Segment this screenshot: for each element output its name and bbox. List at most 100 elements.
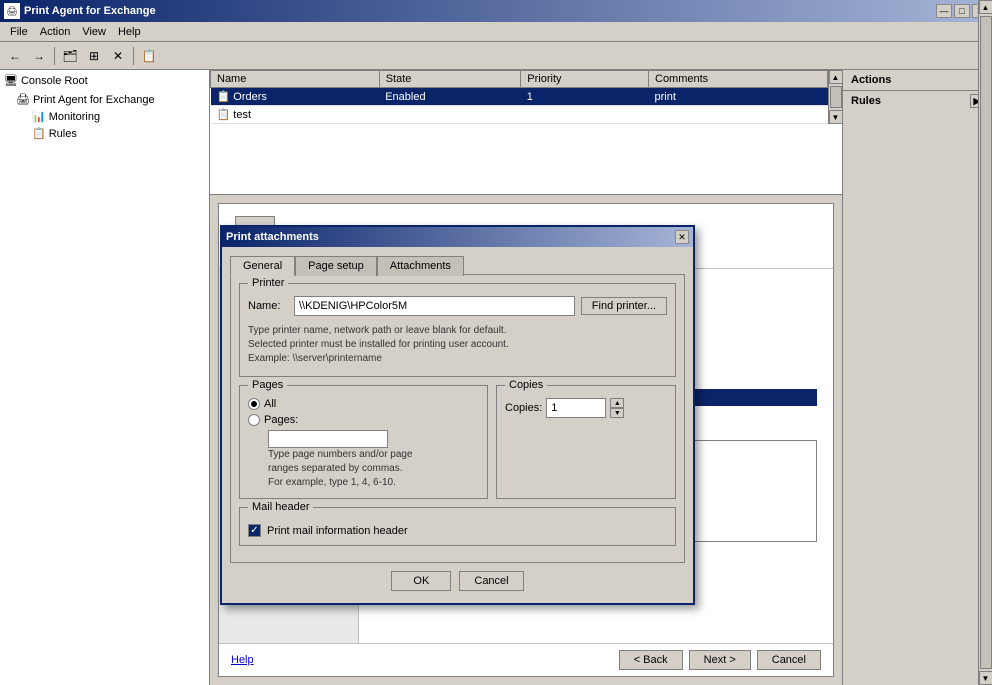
table-scrollbar[interactable]: ▲ ▼ (828, 70, 842, 124)
menu-file[interactable]: File (4, 24, 34, 40)
radio-pages-btn[interactable] (248, 414, 260, 426)
actions-rules-label: Rules (851, 95, 881, 107)
menu-action[interactable]: Action (34, 24, 77, 40)
col-priority: Priority (521, 71, 649, 88)
toolbar-separator2 (133, 47, 134, 65)
back-button[interactable]: ← (4, 45, 26, 67)
row-state (379, 106, 521, 124)
pages-group-label: Pages (248, 379, 287, 391)
actions-item-rules[interactable]: Rules ▶ (843, 91, 992, 111)
copies-row: Copies: ▲ ▼ (505, 398, 667, 418)
row-priority: 1 (521, 88, 649, 106)
rules-table: Name State Priority Comments 📋 Orders (210, 70, 828, 124)
dialog-footer: OK Cancel (230, 563, 685, 595)
tree-app-label: Print Agent for Exchange (33, 94, 155, 106)
tab-page-setup[interactable]: Page setup (295, 256, 377, 276)
tab-attachments[interactable]: Attachments (377, 256, 464, 276)
actions-scroll-thumb[interactable] (980, 16, 992, 669)
title-bar: 🖨 Print Agent for Exchange — □ ✕ (0, 0, 992, 22)
copies-spinner: ▲ ▼ (610, 398, 624, 418)
actions-scroll-up[interactable]: ▲ (979, 0, 992, 14)
menu-view[interactable]: View (76, 24, 112, 40)
tab-content: Printer Name: Find printer... Type print… (230, 274, 685, 563)
computer-icon: 🖥 (4, 74, 18, 87)
radio-all-btn[interactable] (248, 398, 260, 410)
col-state: State (379, 71, 521, 88)
row-name: 📋 test (211, 106, 380, 124)
scroll-thumb[interactable] (830, 86, 842, 108)
row-priority (521, 106, 649, 124)
table-row[interactable]: 📋 test (211, 106, 828, 124)
wizard-area: 📋 Rule setup wizard Conditions Actions (210, 195, 842, 685)
tree-monitoring-label: Monitoring (49, 111, 100, 123)
dialog-cancel-button[interactable]: Cancel (459, 571, 523, 591)
row-comments: print (649, 88, 828, 106)
radio-all-label: All (264, 398, 276, 410)
row-icon: 📋 (217, 109, 231, 121)
pages-input[interactable] (268, 430, 388, 448)
forward-button[interactable]: → (28, 45, 50, 67)
printer-name-input[interactable] (294, 296, 575, 316)
app-icon: 🖨 (4, 3, 20, 19)
right-panel: Name State Priority Comments 📋 Orders (210, 70, 842, 685)
monitor-icon: 📊 (32, 110, 46, 123)
spin-up[interactable]: ▲ (610, 398, 624, 408)
row-comments (649, 106, 828, 124)
tree-rules-label: Rules (49, 128, 77, 140)
spin-down[interactable]: ▼ (610, 408, 624, 418)
delete-button[interactable]: ✕ (107, 45, 129, 67)
pages-group: Pages All Pages: (239, 385, 488, 499)
mail-header-label: Mail header (248, 501, 313, 513)
folder-button[interactable]: 🗂 (59, 45, 81, 67)
rules-icon: 📋 (32, 127, 46, 140)
minimize-button[interactable]: — (936, 4, 952, 18)
toolbar: ← → 🗂 ⊞ ✕ 📋 (0, 42, 992, 70)
app-tree-icon: 🖨 (16, 93, 30, 106)
scroll-down[interactable]: ▼ (829, 110, 843, 124)
clipboard-button[interactable]: 📋 (138, 45, 160, 67)
actions-scroll-down[interactable]: ▼ (979, 671, 992, 685)
copies-label: Copies: (505, 402, 542, 414)
dialog-body: General Page setup Attachments Printer N… (222, 247, 693, 603)
printer-group-label: Printer (248, 277, 288, 289)
print-attachments-dialog: Print attachments ✕ General Page setup A… (220, 225, 695, 605)
actions-scrollbar[interactable]: ▲ ▼ (978, 0, 992, 685)
tab-bar: General Page setup Attachments (230, 255, 685, 275)
copies-input[interactable] (546, 398, 606, 418)
actions-sidebar: Actions Rules ▶ ▲ ▼ (842, 70, 992, 685)
copies-group-label: Copies (505, 379, 547, 391)
dialog-title-bar: Print attachments ✕ (222, 227, 693, 247)
printer-group: Printer Name: Find printer... Type print… (239, 283, 676, 377)
radio-all[interactable]: All (248, 398, 479, 410)
printer-hint: Type printer name, network path or leave… (248, 322, 667, 368)
scroll-up[interactable]: ▲ (829, 70, 843, 84)
printer-name-label: Name: (248, 300, 288, 312)
pages-hint: Type page numbers and/or page ranges sep… (248, 448, 479, 490)
tree-root[interactable]: 🖥 Console Root (0, 70, 209, 91)
row-name: 📋 Orders (211, 88, 380, 106)
tree-monitoring[interactable]: 📊 Monitoring (0, 108, 209, 125)
maximize-button[interactable]: □ (954, 4, 970, 18)
table-row[interactable]: 📋 Orders Enabled 1 print (211, 88, 828, 106)
tree-app-node[interactable]: 🖨 Print Agent for Exchange (0, 91, 209, 108)
printer-name-row: Name: Find printer... (248, 296, 667, 316)
tree-root-label: Console Root (21, 75, 88, 87)
dialog-close-button[interactable]: ✕ (675, 230, 689, 244)
dialog-title: Print attachments (226, 231, 319, 243)
row-icon: 📋 (217, 91, 231, 103)
find-printer-button[interactable]: Find printer... (581, 297, 667, 315)
table-area: Name State Priority Comments 📋 Orders (210, 70, 842, 195)
tree-rules[interactable]: 📋 Rules (0, 125, 209, 142)
menu-help[interactable]: Help (112, 24, 147, 40)
actions-header: Actions (843, 70, 992, 91)
grid-button[interactable]: ⊞ (83, 45, 105, 67)
mail-header-row: ✓ Print mail information header (248, 524, 667, 537)
toolbar-separator (54, 47, 55, 65)
col-comments: Comments (649, 71, 828, 88)
radio-pages[interactable]: Pages: (248, 414, 479, 426)
col-name: Name (211, 71, 380, 88)
app-title: Print Agent for Exchange (24, 5, 156, 17)
dialog-ok-button[interactable]: OK (391, 571, 451, 591)
tab-general[interactable]: General (230, 256, 295, 276)
mail-header-checkbox[interactable]: ✓ (248, 524, 261, 537)
